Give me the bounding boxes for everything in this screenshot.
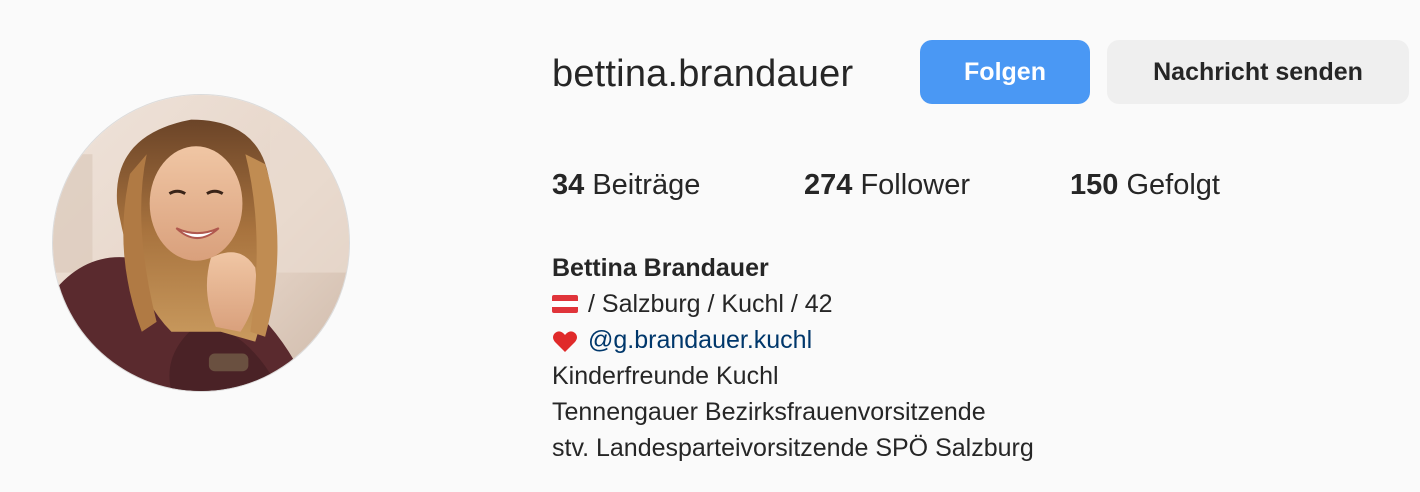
mention-link[interactable]: @g.brandauer.kuchl xyxy=(588,322,812,358)
stat-followers[interactable]: 274 Follower xyxy=(804,165,970,205)
profile-header: bettina.brandauer Folgen Nachricht sende… xyxy=(0,0,1420,492)
bio-line-mention: @g.brandauer.kuchl xyxy=(552,322,1034,358)
bio-line-location: / Salzburg / Kuchl / 42 xyxy=(552,286,1034,322)
red-heart-icon xyxy=(552,328,578,352)
following-label: Gefolgt xyxy=(1126,169,1220,201)
followers-count: 274 xyxy=(804,169,853,201)
avatar[interactable] xyxy=(52,94,350,392)
full-name: Bettina Brandauer xyxy=(552,254,769,282)
posts-label: Beiträge xyxy=(592,169,701,201)
username: bettina.brandauer xyxy=(552,53,854,95)
bio-location-text: / Salzburg / Kuchl / 42 xyxy=(588,290,833,318)
bio-line-4: Tennengauer Bezirksfrauenvorsitzende xyxy=(552,398,986,426)
send-message-button[interactable]: Nachricht senden xyxy=(1107,40,1409,104)
stat-posts: 34 Beiträge xyxy=(552,165,700,205)
follow-button[interactable]: Folgen xyxy=(920,40,1090,104)
bio-line-5: stv. Landesparteivorsitzende SPÖ Salzbur… xyxy=(552,434,1034,462)
following-count: 150 xyxy=(1070,169,1119,201)
followers-label: Follower xyxy=(860,169,971,201)
profile-photo-icon xyxy=(53,95,349,391)
bio: Bettina Brandauer / Salzburg / Kuchl / 4… xyxy=(552,250,1034,466)
posts-count: 34 xyxy=(552,169,585,201)
stat-following[interactable]: 150 Gefolgt xyxy=(1070,165,1220,205)
bio-line-3: Kinderfreunde Kuchl xyxy=(552,362,779,390)
austria-flag-icon xyxy=(552,295,578,313)
